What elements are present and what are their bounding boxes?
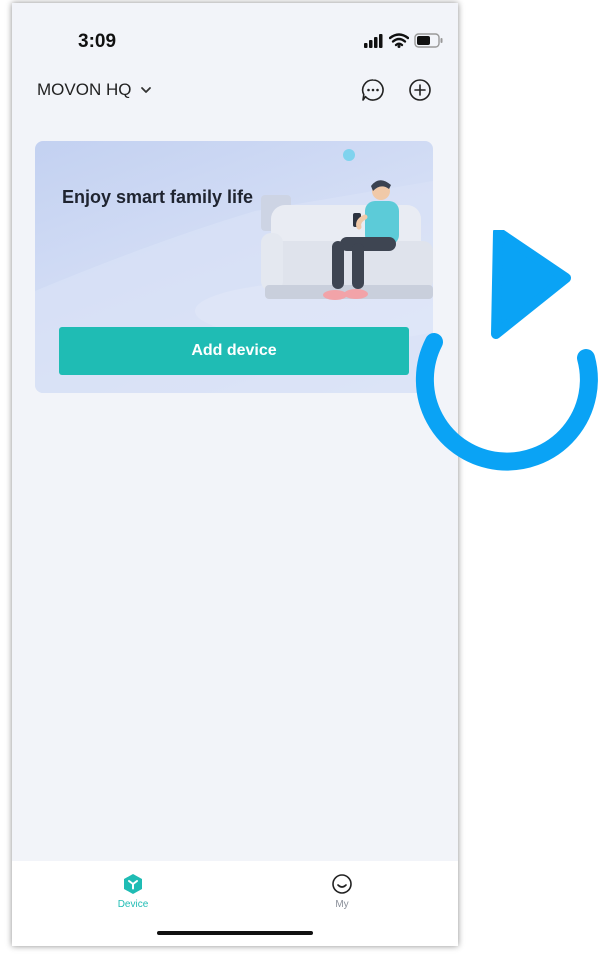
add-device-button[interactable]: Add device bbox=[59, 327, 409, 375]
tab-device-label: Device bbox=[117, 899, 149, 910]
tab-my[interactable]: My bbox=[302, 873, 382, 910]
battery-icon bbox=[414, 33, 443, 48]
home-indicator bbox=[157, 931, 313, 935]
app-header: MOVON HQ bbox=[12, 69, 458, 109]
status-time: 3:09 bbox=[78, 31, 117, 52]
tab-device[interactable]: Device bbox=[93, 873, 173, 910]
device-hex-icon bbox=[124, 874, 142, 894]
phone-screen: 3:09 MOVON HQ Enjoy smart family life Ad… bbox=[12, 3, 458, 946]
location-name: MOVON HQ bbox=[37, 80, 132, 99]
wifi-icon bbox=[389, 33, 409, 48]
tab-bar: Device My bbox=[12, 861, 458, 946]
tab-my-label: My bbox=[335, 899, 349, 910]
refresh-arrow-icon bbox=[415, 230, 598, 471]
promo-banner: Enjoy smart family life Add device bbox=[35, 141, 433, 393]
add-circle-icon[interactable] bbox=[407, 77, 433, 103]
status-bar: 3:09 bbox=[12, 3, 458, 53]
message-icon[interactable] bbox=[360, 77, 386, 103]
banner-title: Enjoy smart family life bbox=[62, 187, 254, 207]
smiley-icon bbox=[332, 874, 352, 894]
cellular-signal-icon bbox=[364, 34, 383, 48]
location-selector[interactable]: MOVON HQ bbox=[37, 80, 153, 100]
chevron-down-icon bbox=[141, 87, 152, 93]
